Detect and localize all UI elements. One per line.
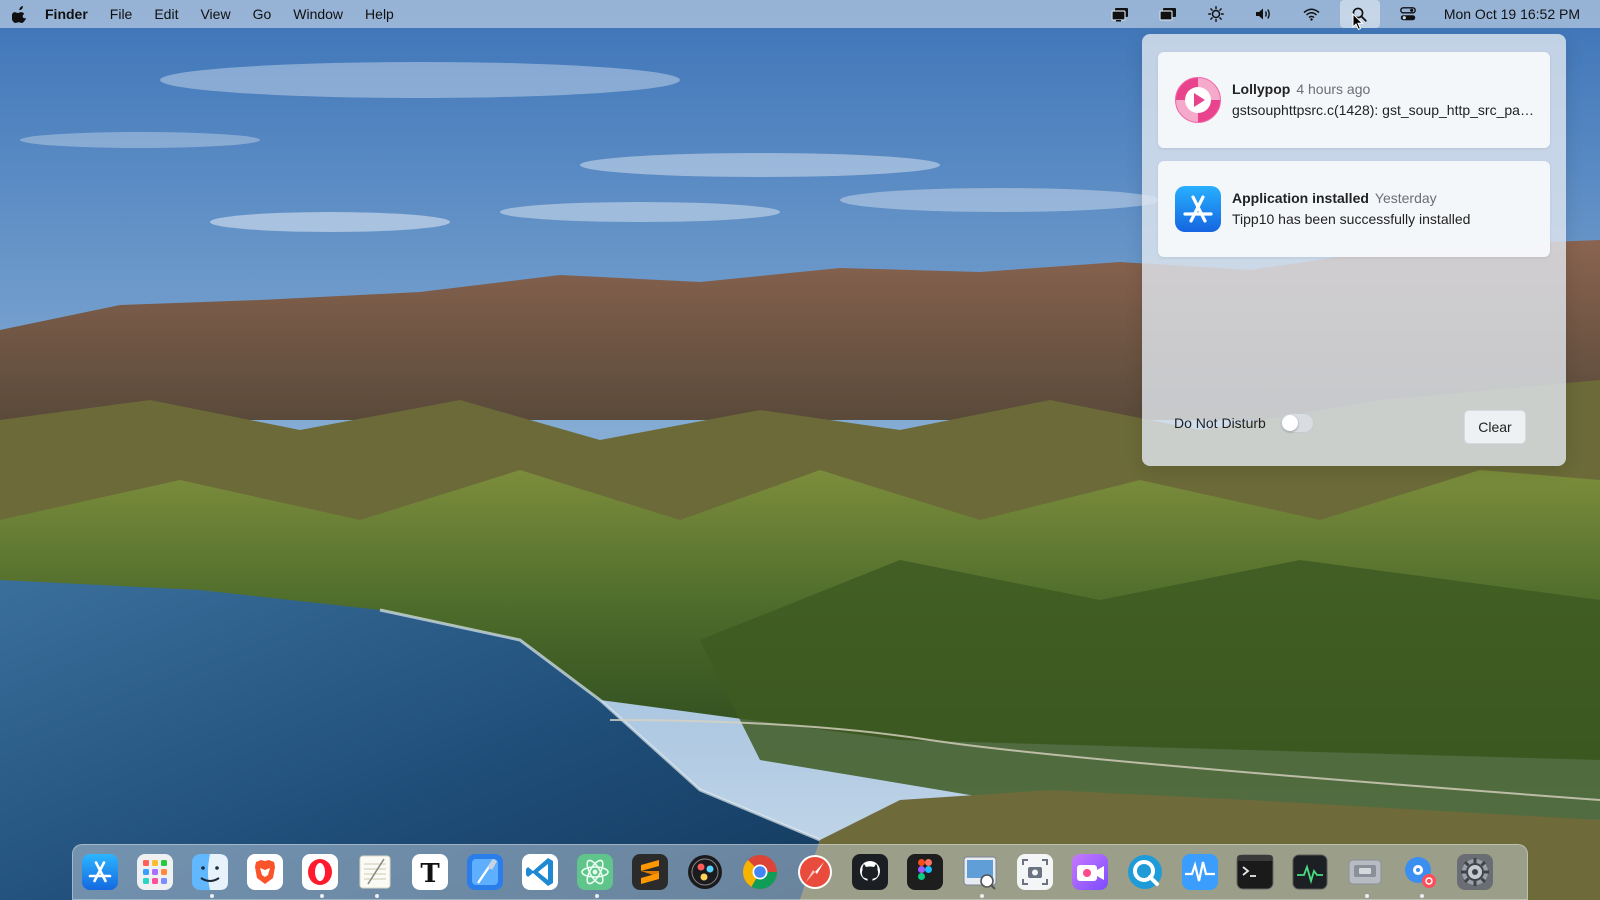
wifi-icon[interactable]: [1288, 0, 1336, 28]
preview-icon[interactable]: [961, 853, 999, 891]
mouse-cursor-icon: [1352, 13, 1364, 31]
activity-monitor-icon[interactable]: [1181, 853, 1219, 891]
davinci-icon[interactable]: [686, 853, 724, 891]
toggle-knob: [1282, 415, 1298, 431]
notification-time: Yesterday: [1374, 190, 1437, 206]
menu-file[interactable]: File: [99, 0, 144, 28]
clear-button[interactable]: Clear: [1464, 410, 1526, 444]
notification-card[interactable]: Application installed Yesterday Tipp10 ha…: [1158, 161, 1550, 257]
atom-icon[interactable]: [576, 853, 614, 891]
screen-recorder-icon[interactable]: [1071, 853, 1109, 891]
lollypop-icon: [1175, 77, 1221, 123]
notification-body: gstsouphttpsrc.c(1428): gst_soup_http_sr…: [1232, 102, 1538, 118]
running-indicator: [1420, 894, 1424, 898]
screens-icon[interactable]: [1144, 0, 1192, 28]
screenshot-icon[interactable]: [1016, 853, 1054, 891]
do-not-disturb-toggle[interactable]: [1280, 413, 1314, 433]
running-indicator: [595, 894, 599, 898]
do-not-disturb-label: Do Not Disturb: [1174, 415, 1266, 431]
running-indicator: [1365, 894, 1369, 898]
notification-center-panel: Lollypop 4 hours ago gstsouphttpsrc.c(142…: [1142, 34, 1566, 466]
menu-app-name[interactable]: Finder: [34, 0, 99, 28]
xcode-icon[interactable]: [466, 853, 504, 891]
typora-icon[interactable]: T: [411, 853, 449, 891]
quicktime-icon[interactable]: [1126, 853, 1164, 891]
chrome-icon[interactable]: [741, 853, 779, 891]
brightness-icon[interactable]: [1192, 0, 1240, 28]
notification-card[interactable]: Lollypop 4 hours ago gstsouphttpsrc.c(142…: [1158, 52, 1550, 148]
running-indicator: [320, 894, 324, 898]
menu-go[interactable]: Go: [242, 0, 283, 28]
menu-bar-clock[interactable]: Mon Oct 19 16:52 PM: [1432, 6, 1600, 22]
safari-icon[interactable]: [796, 853, 834, 891]
github-icon[interactable]: [851, 853, 889, 891]
launchpad-icon[interactable]: [136, 853, 174, 891]
terminal-icon[interactable]: [1236, 853, 1274, 891]
svg-text:T: T: [420, 859, 440, 889]
vscode-icon[interactable]: [521, 853, 559, 891]
running-indicator: [375, 894, 379, 898]
app-store-icon[interactable]: [81, 853, 119, 891]
running-indicator: [980, 894, 984, 898]
finder-icon[interactable]: [191, 853, 229, 891]
opera-icon[interactable]: [301, 853, 339, 891]
disk-utility-icon[interactable]: [1401, 853, 1439, 891]
notification-app-name: Lollypop: [1232, 81, 1291, 97]
menu-help[interactable]: Help: [354, 0, 405, 28]
system-info-icon[interactable]: [1346, 853, 1384, 891]
control-center-icon[interactable]: [1384, 0, 1432, 28]
display-mirror-icon[interactable]: [1096, 0, 1144, 28]
running-indicator: [210, 894, 214, 898]
console-icon[interactable]: [1291, 853, 1329, 891]
notification-time: 4 hours ago: [1296, 81, 1371, 97]
menu-window[interactable]: Window: [282, 0, 354, 28]
notes-icon[interactable]: [356, 853, 394, 891]
system-preferences-icon[interactable]: [1456, 853, 1494, 891]
apple-logo-icon[interactable]: [9, 0, 29, 28]
app-store-icon: [1175, 186, 1221, 232]
notification-app-name: Application installed: [1232, 190, 1369, 206]
notification-body: Tipp10 has been successfully installed: [1232, 211, 1471, 227]
menu-view[interactable]: View: [189, 0, 241, 28]
volume-icon[interactable]: [1240, 0, 1288, 28]
menu-edit[interactable]: Edit: [143, 0, 189, 28]
brave-icon[interactable]: [246, 853, 284, 891]
figma-icon[interactable]: [906, 853, 944, 891]
sublime-text-icon[interactable]: [631, 853, 669, 891]
